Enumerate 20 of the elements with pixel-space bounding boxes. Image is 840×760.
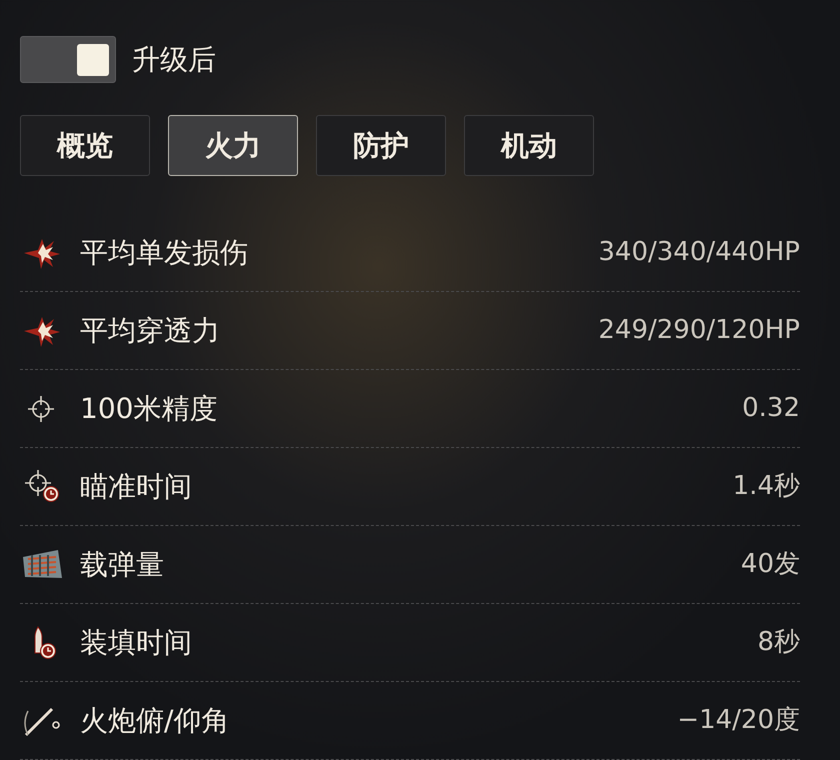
stat-label: 载弹量 [80,546,164,582]
stat-value: −14/20度 [677,704,800,737]
stat-label: 火炮俯/仰角 [80,702,230,738]
tab[interactable]: 火力 [168,115,298,176]
stat-label: 装填时间 [80,624,192,660]
tab[interactable]: 概览 [20,115,150,176]
stat-value: 0.32 [742,392,800,425]
stat-label: 平均单发损伤 [80,234,248,270]
stat-value: 40发 [740,548,800,581]
stat-value: 340/340/440HP [598,236,800,269]
tab[interactable]: 机动 [464,115,594,176]
stat-label: 100米精度 [80,390,218,426]
stat-value: 1.4秒 [732,470,800,503]
tab[interactable]: 防护 [316,115,446,176]
stat-label: 平均穿透力 [80,312,220,348]
toggle-label: 升级后 [132,42,216,78]
stat-value: 8秒 [757,626,800,659]
stat-label: 瞄准时间 [80,468,192,504]
stat-value: 249/290/120HP [598,314,800,347]
toggle-switch[interactable] [20,36,116,83]
